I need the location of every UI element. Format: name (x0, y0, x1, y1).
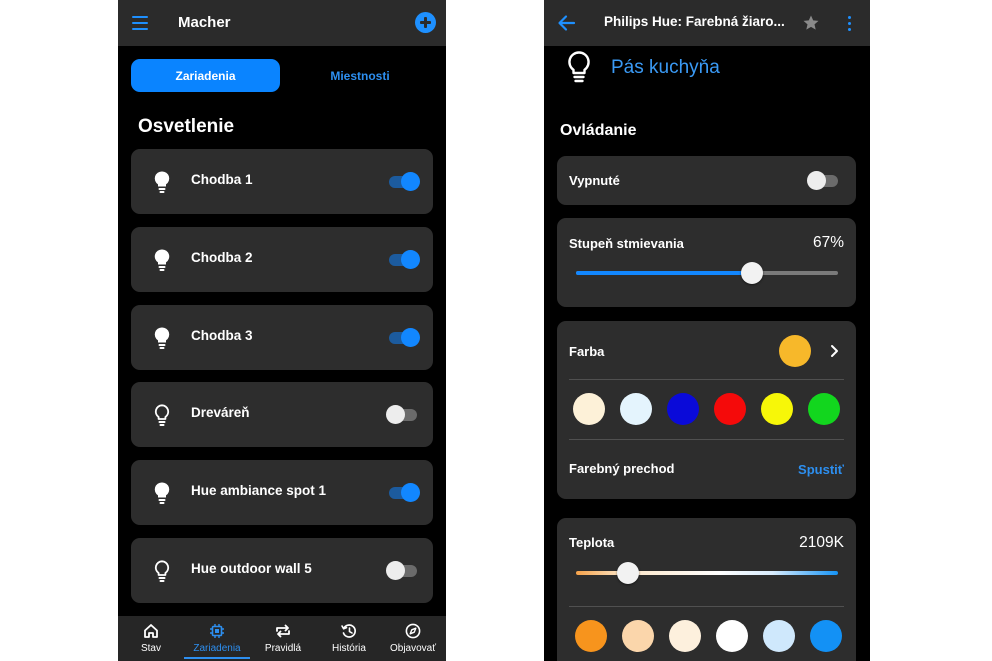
star-icon[interactable] (801, 13, 821, 33)
current-color-swatch[interactable] (779, 335, 811, 367)
section-title: Osvetlenie (138, 116, 235, 137)
power-toggle[interactable] (807, 171, 838, 190)
divider (569, 606, 844, 607)
nav-item-historia[interactable]: História (316, 616, 382, 661)
device-toggle[interactable] (386, 405, 417, 424)
temperature-value: 2109K (799, 534, 844, 551)
device-row[interactable]: Chodba 3 (131, 305, 433, 370)
temperature-swatch[interactable] (763, 620, 795, 652)
tab-devices[interactable]: Zariadenia (131, 59, 280, 92)
color-swatch[interactable] (573, 393, 605, 425)
back-arrow-icon[interactable] (556, 12, 578, 34)
divider (569, 439, 844, 440)
nav-label: Stav (140, 643, 161, 654)
device-row[interactable]: Dreváreň (131, 382, 433, 447)
device-name: Hue ambiance spot 1 (191, 483, 327, 498)
device-row[interactable]: Hue outdoor wall 5 (131, 538, 433, 603)
color-swatch[interactable] (714, 393, 746, 425)
dimming-label: Stupeň stmievania (569, 236, 684, 251)
color-card: Farba Farebný prechod Spustiť (557, 321, 856, 499)
device-toggle[interactable] (386, 561, 417, 580)
chevron-right-icon[interactable] (829, 344, 839, 358)
color-swatch[interactable] (667, 393, 699, 425)
compass-icon (405, 623, 421, 639)
temperature-swatch[interactable] (622, 620, 654, 652)
lightbulb-icon (152, 248, 172, 272)
device-toggle[interactable] (389, 250, 420, 269)
device-row[interactable]: Chodba 1 (131, 149, 433, 214)
nav-item-stav[interactable]: Stav (118, 616, 184, 661)
lightbulb-icon (152, 326, 172, 350)
home-icon (144, 624, 158, 638)
app-title: Macher (178, 14, 231, 31)
menu-icon[interactable] (132, 12, 154, 34)
temperature-card: Teplota 2109K (557, 518, 856, 661)
device-row[interactable]: Chodba 2 (131, 227, 433, 292)
history-icon (341, 624, 356, 638)
nav-label: Pravidlá (264, 643, 302, 654)
temperature-slider-thumb[interactable] (617, 562, 640, 584)
device-name: Chodba 2 (191, 250, 253, 265)
bottom-navigation: Stav Zariadenia Pravidlá História Objavo… (118, 616, 446, 661)
add-icon[interactable] (415, 12, 436, 33)
power-label: Vypnuté (569, 173, 620, 188)
device-name: Chodba 3 (191, 328, 253, 343)
temperature-swatch[interactable] (575, 620, 607, 652)
repeat-icon (276, 624, 290, 638)
temperature-slider[interactable] (576, 571, 838, 575)
chip-icon (210, 624, 224, 638)
start-transition-button[interactable]: Spustiť (798, 462, 844, 477)
device-name: Hue outdoor wall 5 (191, 561, 312, 576)
nav-item-objavovat[interactable]: Objavovať (380, 616, 446, 661)
nav-label: História (332, 643, 366, 654)
color-swatch[interactable] (761, 393, 793, 425)
lightbulb-outline-icon (152, 403, 172, 427)
device-row[interactable]: Hue ambiance spot 1 (131, 460, 433, 525)
device-toggle[interactable] (389, 328, 420, 347)
nav-label: Zariadenia (193, 643, 241, 654)
divider (569, 379, 844, 380)
color-swatch[interactable] (620, 393, 652, 425)
color-label: Farba (569, 344, 605, 359)
nav-item-zariadenia[interactable]: Zariadenia (184, 616, 250, 661)
dimming-slider-fill (576, 271, 752, 275)
color-swatch[interactable] (808, 393, 840, 425)
active-tab-indicator (184, 657, 250, 659)
device-toggle[interactable] (389, 172, 420, 191)
device-name: Dreváreň (191, 405, 250, 420)
dimming-card: Stupeň stmievania 67% (557, 218, 856, 307)
top-app-bar: Philips Hue: Farebná žiaro... (544, 0, 870, 46)
page-title: Philips Hue: Farebná žiaro... (604, 14, 785, 29)
tab-rooms[interactable]: Miestnosti (290, 59, 430, 92)
color-transition-label: Farebný prechod (569, 461, 675, 476)
dimming-slider[interactable] (576, 271, 838, 275)
device-list-screen: Macher Zariadenia Miestnosti Osvetlenie … (118, 0, 446, 661)
device-toggle[interactable] (389, 483, 420, 502)
temperature-swatch[interactable] (810, 620, 842, 652)
temperature-swatch[interactable] (669, 620, 701, 652)
lightbulb-icon (152, 481, 172, 505)
device-detail-screen: Philips Hue: Farebná žiaro... Pás kuchyň… (544, 0, 870, 661)
top-app-bar: Macher (118, 0, 446, 46)
lightbulb-outline-icon (568, 51, 590, 83)
dimming-value: 67% (812, 234, 844, 251)
section-title: Ovládanie (560, 122, 637, 139)
temperature-label: Teplota (569, 535, 615, 550)
lightbulb-outline-icon (152, 559, 172, 583)
lightbulb-icon (152, 170, 172, 194)
more-vert-icon[interactable] (844, 14, 854, 34)
nav-item-pravidla[interactable]: Pravidlá (250, 616, 316, 661)
power-card: Vypnuté (557, 156, 856, 205)
device-name: Chodba 1 (191, 172, 253, 187)
dimming-slider-thumb[interactable] (740, 262, 763, 284)
device-name: Pás kuchyňa (611, 57, 720, 78)
temperature-swatch[interactable] (716, 620, 748, 652)
nav-label: Objavovať (390, 643, 436, 654)
